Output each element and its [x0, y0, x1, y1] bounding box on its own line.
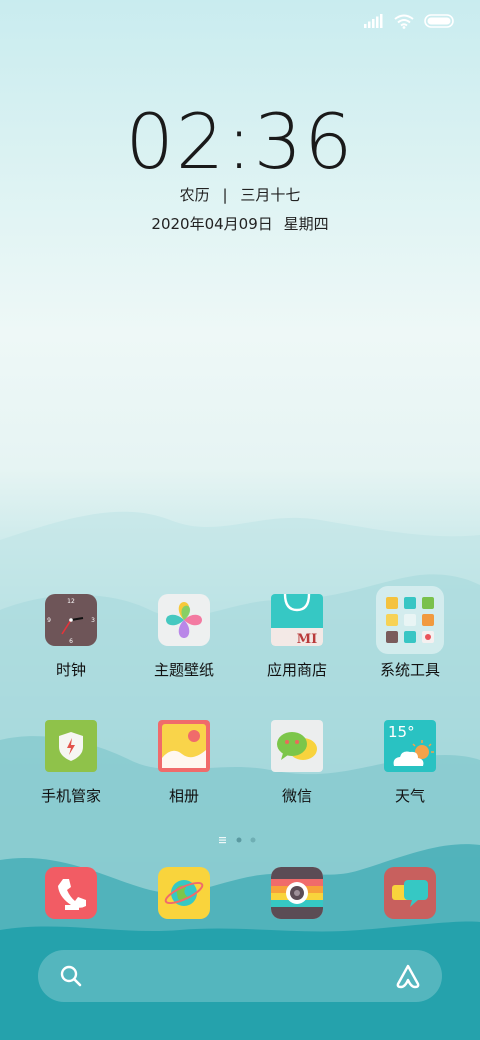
messages-icon[interactable] [384, 867, 436, 919]
wifi-icon [394, 14, 414, 29]
clock-icon-9: 9 [47, 617, 51, 624]
weather-icon[interactable]: 15° [384, 720, 436, 772]
weather-temperature: 15° [388, 723, 415, 741]
app-label: 手机管家 [40, 787, 101, 805]
app-label: 相册 [168, 787, 199, 805]
search-icon[interactable] [60, 965, 82, 987]
security-icon[interactable] [45, 720, 97, 772]
date-value: 2020年04月09日 [151, 215, 273, 233]
app-label: 应用商店 [266, 661, 327, 679]
battery-icon [424, 14, 454, 28]
clock-icon-3: 3 [91, 617, 95, 624]
browser-icon[interactable] [158, 867, 210, 919]
app-store-mi-text: MI [297, 632, 317, 646]
app-gallery[interactable]: 相册 [134, 720, 234, 806]
app-weather[interactable]: 15° 天气 [360, 720, 460, 806]
calendar-date: 2020年04月09日 星期四 [0, 213, 480, 234]
folder-system-tools[interactable]: 系统工具 [360, 586, 460, 680]
lunar-date: 农历 | 三月十七 [0, 184, 480, 205]
dock-browser[interactable] [158, 867, 210, 919]
clock-icon-6: 6 [69, 638, 73, 645]
page-dot-active[interactable] [236, 837, 242, 843]
phone-icon[interactable] [45, 867, 97, 919]
assistant-icon[interactable] [394, 963, 422, 989]
app-security[interactable]: 手机管家 [21, 720, 121, 806]
clock-widget[interactable]: 02:36 农历 | 三月十七 2020年04月09日 星期四 [0, 100, 480, 234]
search-bar[interactable] [38, 950, 442, 1002]
app-label: 主题壁纸 [153, 661, 214, 679]
clock-icon[interactable]: 12 3 6 9 [45, 594, 97, 646]
clock-icon-12: 12 [67, 598, 75, 605]
theme-wallpaper-icon[interactable] [158, 594, 210, 646]
signal-icon [364, 14, 383, 28]
dock-messages[interactable] [384, 867, 436, 919]
page-indicator[interactable] [0, 830, 480, 849]
app-label: 微信 [281, 787, 312, 805]
lunar-separator: | [222, 186, 228, 204]
lunar-date-value: 三月十七 [240, 186, 301, 204]
app-store-icon[interactable]: MI [271, 594, 323, 646]
dock-camera[interactable] [271, 867, 323, 919]
folder-label: 系统工具 [379, 661, 440, 679]
system-tools-folder-icon[interactable] [376, 586, 444, 654]
weekday-value: 星期四 [283, 215, 329, 233]
camera-icon[interactable] [271, 867, 323, 919]
clock-time[interactable]: 02:36 [0, 100, 480, 184]
app-label: 天气 [394, 787, 425, 805]
page-indicator-menu-icon[interactable] [219, 837, 226, 844]
page-dot[interactable] [250, 837, 256, 843]
app-label: 时钟 [55, 661, 86, 679]
app-wechat[interactable]: 微信 [247, 720, 347, 806]
wechat-icon[interactable] [271, 720, 323, 772]
app-clock[interactable]: 12 3 6 9 时钟 [21, 594, 121, 680]
lunar-label: 农历 [179, 186, 210, 204]
dock-phone[interactable] [45, 867, 97, 919]
gallery-icon[interactable] [158, 720, 210, 772]
app-theme-wallpaper[interactable]: 主题壁纸 [134, 594, 234, 680]
app-store[interactable]: MI 应用商店 [247, 594, 347, 680]
status-bar [364, 10, 454, 32]
